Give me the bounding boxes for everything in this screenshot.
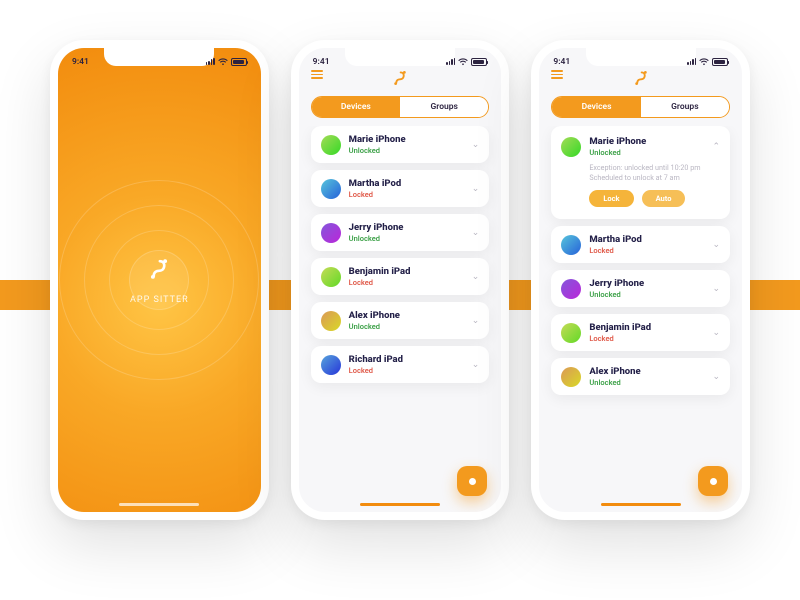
device-status: Unlocked (589, 148, 712, 157)
fab-add-button[interactable] (698, 466, 728, 496)
tab-groups[interactable]: Groups (400, 97, 488, 117)
device-name: Alex iPhone (349, 310, 472, 321)
chevron-down-icon: ⌄ (472, 140, 480, 150)
device-status: Locked (349, 278, 472, 287)
device-avatar (561, 323, 581, 343)
device-name: Jerry iPhone (349, 222, 472, 233)
segmented-tabs: Devices Groups (551, 96, 730, 118)
device-exception-text: Exception: unlocked until 10:20 pm Sched… (589, 163, 720, 182)
device-card[interactable]: Alex iPhoneUnlocked⌄ (551, 358, 730, 395)
device-status: Unlocked (349, 322, 472, 331)
chevron-down-icon: ⌄ (472, 360, 480, 370)
wifi-icon (699, 58, 709, 66)
device-card-expanded[interactable]: Marie iPhone Unlocked ⌃ Exception: unloc… (551, 126, 730, 219)
status-bar: 9:41 (58, 48, 261, 72)
device-status: Locked (589, 334, 712, 343)
device-card[interactable]: Alex iPhoneUnlocked⌄ (311, 302, 490, 339)
device-status: Locked (589, 246, 712, 255)
device-status: Unlocked (589, 290, 712, 299)
chevron-down-icon: ⌄ (712, 240, 720, 250)
home-indicator (601, 503, 681, 506)
device-name: Jerry iPhone (589, 278, 712, 289)
app-logo-icon (130, 255, 189, 287)
device-avatar (321, 311, 341, 331)
device-card[interactable]: Martha iPodLocked⌄ (311, 170, 490, 207)
tab-devices[interactable]: Devices (552, 97, 640, 117)
battery-icon (471, 58, 487, 66)
phone-devices-expanded: 9:41 Devices Groups (531, 40, 750, 520)
device-avatar (321, 223, 341, 243)
chevron-down-icon: ⌄ (712, 372, 720, 382)
device-avatar (561, 279, 581, 299)
signal-icon (446, 58, 455, 66)
device-avatar (321, 355, 341, 375)
chevron-down-icon: ⌄ (472, 184, 480, 194)
device-card[interactable]: Benjamin iPadLocked⌄ (551, 314, 730, 351)
device-avatar (321, 179, 341, 199)
battery-icon (712, 58, 728, 66)
device-card[interactable]: Jerry iPhoneUnlocked⌄ (311, 214, 490, 251)
device-card[interactable]: Marie iPhoneUnlocked⌄ (311, 126, 490, 163)
tab-devices[interactable]: Devices (312, 97, 400, 117)
device-avatar (321, 267, 341, 287)
chevron-down-icon: ⌄ (712, 284, 720, 294)
device-status: Unlocked (589, 378, 712, 387)
device-card[interactable]: Richard iPadLocked⌄ (311, 346, 490, 383)
battery-icon (231, 58, 247, 66)
chevron-down-icon: ⌄ (472, 272, 480, 282)
device-name: Richard iPad (349, 354, 472, 365)
device-status: Unlocked (349, 146, 472, 155)
device-card[interactable]: Benjamin iPadLocked⌄ (311, 258, 490, 295)
device-name: Marie iPhone (589, 136, 712, 147)
status-bar: 9:41 (299, 48, 502, 72)
signal-icon (206, 58, 215, 66)
device-card[interactable]: Jerry iPhoneUnlocked⌄ (551, 270, 730, 307)
fab-dot-icon (710, 478, 717, 485)
device-name: Benjamin iPad (589, 322, 712, 333)
device-status: Locked (349, 190, 472, 199)
status-time: 9:41 (553, 57, 570, 67)
status-time: 9:41 (313, 57, 330, 67)
lock-button[interactable]: Lock (589, 190, 633, 207)
segmented-tabs: Devices Groups (311, 96, 490, 118)
fab-add-button[interactable] (457, 466, 487, 496)
device-avatar (561, 137, 581, 157)
wifi-icon (218, 58, 228, 66)
chevron-down-icon: ⌄ (472, 316, 480, 326)
home-indicator (119, 503, 199, 506)
app-title: APP SITTER (130, 295, 189, 305)
device-name: Benjamin iPad (349, 266, 472, 277)
device-name: Alex iPhone (589, 366, 712, 377)
auto-button[interactable]: Auto (642, 190, 686, 207)
signal-icon (687, 58, 696, 66)
device-status: Locked (349, 366, 472, 375)
tab-groups[interactable]: Groups (641, 97, 729, 117)
device-card[interactable]: Martha iPodLocked⌄ (551, 226, 730, 263)
device-status: Unlocked (349, 234, 472, 243)
device-name: Martha iPod (589, 234, 712, 245)
phone-devices-list: 9:41 Devices Groups Marie iPhoneUnlocked… (291, 40, 510, 520)
chevron-down-icon: ⌄ (712, 328, 720, 338)
chevron-up-icon: ⌃ (712, 142, 720, 152)
phone-splash: 9:41 APP SITTER (50, 40, 269, 520)
home-indicator (360, 503, 440, 506)
device-avatar (561, 235, 581, 255)
device-name: Marie iPhone (349, 134, 472, 145)
fab-dot-icon (469, 478, 476, 485)
device-avatar (321, 135, 341, 155)
status-bar: 9:41 (539, 48, 742, 72)
wifi-icon (458, 58, 468, 66)
device-avatar (561, 367, 581, 387)
device-name: Martha iPod (349, 178, 472, 189)
status-time: 9:41 (72, 57, 89, 67)
chevron-down-icon: ⌄ (472, 228, 480, 238)
